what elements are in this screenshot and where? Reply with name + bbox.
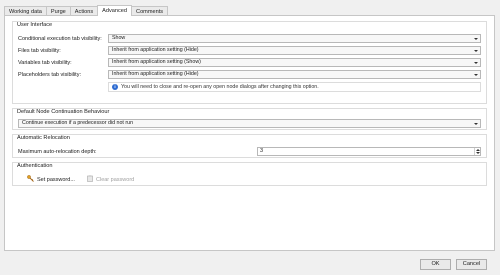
relocation-row: Maximum auto-relocation depth: [18,147,97,156]
variables-row: Variables tab visibility: [18,58,72,67]
clear-password-label: Clear password [96,176,135,183]
continuation-behaviour-select[interactable]: Continue execution if a predecessor did … [18,119,481,128]
chevron-down-icon [474,73,478,76]
files-row: Files tab visibility: [18,46,61,55]
set-password-label: Set password... [37,176,75,183]
stepper-buttons[interactable] [474,148,480,155]
chevron-down-icon [474,37,478,40]
info-text: You will need to close and re-open any o… [121,84,319,90]
field-label: Conditional execution tab visibility: [18,35,102,42]
info-icon: i [112,84,118,90]
select-value: Inherit from application setting (Hide) [112,47,199,53]
chevron-down-icon [474,122,478,125]
authentication-group: Authentication Set password... Clear pas… [12,162,487,186]
field-label: Maximum auto-relocation depth: [18,148,97,155]
field-label: Files tab visibility: [18,47,61,54]
tab-advanced[interactable]: Advanced [97,5,133,16]
cancel-button[interactable]: Cancel [456,259,487,270]
group-title: User Interface [17,22,53,28]
select-value: Inherit from application setting (Hide) [112,71,199,77]
variables-visibility-select[interactable]: Inherit from application setting (Show) [108,58,481,67]
placeholders-visibility-select[interactable]: Inherit from application setting (Hide) [108,70,481,79]
clipboard-icon [87,175,93,184]
conditional-exec-visibility-select[interactable]: Show [108,34,481,43]
field-label: Placeholders tab visibility: [18,71,81,78]
relocation-group: Automatic Relocation Maximum auto-reloca… [12,134,487,158]
group-title: Default Node Continuation Behaviour [17,109,110,115]
arrow-up-icon[interactable] [475,148,480,151]
stepper-value: 3 [260,148,264,154]
clear-password-button[interactable]: Clear password [87,175,134,184]
group-title: Authentication [17,163,53,169]
ok-button[interactable]: OK [420,259,451,270]
arrow-down-icon[interactable] [475,152,480,155]
info-message: i You will need to close and re-open any… [108,82,481,92]
group-title: Automatic Relocation [17,135,70,141]
conditional-exec-row: Conditional execution tab visibility: [18,34,102,43]
continuation-group: Default Node Continuation Behaviour Cont… [12,108,487,130]
advanced-panel: User Interface Conditional execution tab… [4,15,495,251]
select-value: Show [112,35,126,41]
select-value: Continue execution if a predecessor did … [22,120,134,126]
key-icon [27,175,34,184]
relocation-depth-stepper[interactable]: 3 [257,147,481,156]
chevron-down-icon [474,49,478,52]
files-visibility-select[interactable]: Inherit from application setting (Hide) [108,46,481,55]
field-label: Variables tab visibility: [18,59,72,66]
select-value: Inherit from application setting (Show) [112,59,201,65]
set-password-button[interactable]: Set password... [27,175,75,184]
chevron-down-icon [474,61,478,64]
placeholders-row: Placeholders tab visibility: [18,70,81,79]
user-interface-group: User Interface Conditional execution tab… [12,21,487,104]
